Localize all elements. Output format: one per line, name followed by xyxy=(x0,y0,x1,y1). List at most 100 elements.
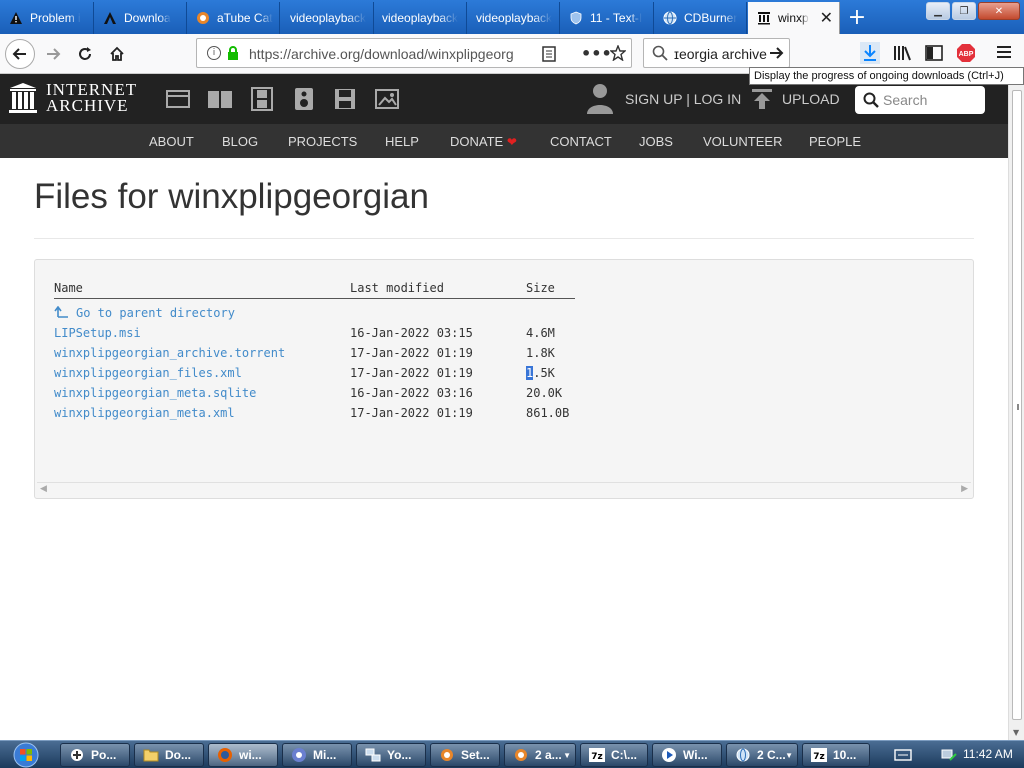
new-tab-button[interactable]: + xyxy=(842,2,872,32)
library-icon[interactable] xyxy=(893,45,911,64)
horizontal-scrollbar[interactable]: ◀ ▶ xyxy=(37,482,971,496)
reader-view-icon[interactable] xyxy=(542,46,556,65)
tab-cdburner[interactable]: CDBurner xyxy=(654,2,747,34)
page-actions-icon[interactable]: ••• xyxy=(581,44,612,63)
taskbar-item-do[interactable]: Do... xyxy=(134,743,204,767)
table-row: winxplipgeorgian_meta.sqlite 16-Jan-2022… xyxy=(35,386,635,406)
reload-icon xyxy=(79,47,91,60)
arrow-left-icon xyxy=(12,48,26,60)
column-header-size: Size xyxy=(526,281,555,295)
taskbar-clock[interactable]: 11:42 AM xyxy=(963,747,1013,761)
adblock-plus-icon[interactable]: ABP xyxy=(956,43,976,66)
nav-projects[interactable]: PROJECTS xyxy=(288,134,357,149)
url-bar[interactable]: i https://archive.org/download/winxplipg… xyxy=(196,38,632,68)
archive-search-input[interactable]: Search xyxy=(855,86,985,114)
table-row: winxplipgeorgian_archive.torrent 17-Jan-… xyxy=(35,346,635,366)
globe-icon xyxy=(662,10,678,26)
hamburger-menu-icon[interactable] xyxy=(996,45,1012,62)
images-icon[interactable] xyxy=(375,87,399,111)
taskbar-item-mi[interactable]: Mi... xyxy=(282,743,352,767)
archive-search-placeholder: Search xyxy=(883,92,928,108)
grip-icon xyxy=(1017,404,1019,410)
scrollbar-thumb[interactable] xyxy=(1012,90,1022,720)
downloads-tooltip: Display the progress of ongoing download… xyxy=(749,67,1024,85)
taskbar-item-c[interactable]: 7z C:\... xyxy=(580,743,648,767)
taskbar-item-10[interactable]: 7z 10... xyxy=(802,743,870,767)
scroll-left-icon[interactable]: ◀ xyxy=(40,484,47,494)
reload-button[interactable] xyxy=(70,39,100,69)
tab-text[interactable]: 11 - Text-I xyxy=(560,2,654,34)
nav-contact[interactable]: CONTACT xyxy=(550,134,612,149)
file-size: 1.8K xyxy=(526,346,555,360)
info-icon[interactable]: i xyxy=(207,46,221,60)
svg-text:7z: 7z xyxy=(813,752,825,762)
taskbar-item-2c[interactable]: 2 C... ▼ xyxy=(726,743,798,767)
archive-logo[interactable]: INTERNET ARCHIVE xyxy=(8,81,137,114)
file-size: 20.0K xyxy=(526,386,563,400)
search-bar[interactable]: ɪeorgia archive xyxy=(643,38,790,68)
header-divider xyxy=(54,298,575,299)
tab-videoplayback-1[interactable]: videoplayback xyxy=(280,2,374,34)
lock-icon[interactable] xyxy=(227,46,239,63)
file-link[interactable]: winxplipgeorgian_meta.sqlite xyxy=(54,386,256,400)
tab-problem[interactable]: Problem i xyxy=(0,2,94,34)
tab-atube[interactable]: aTube Cat xyxy=(187,2,280,34)
taskbar-item-2a[interactable]: 2 a... ▼ xyxy=(504,743,576,767)
sevenzip-icon: 7z xyxy=(811,747,827,763)
close-tab-icon[interactable]: ✕ xyxy=(820,8,833,28)
nav-volunteer[interactable]: VOLUNTEER xyxy=(703,134,782,149)
file-link[interactable]: winxplipgeorgian_files.xml xyxy=(54,366,242,380)
taskbar-item-po[interactable]: Po... xyxy=(60,743,130,767)
back-button[interactable] xyxy=(5,39,35,69)
maximize-button[interactable]: ❐ xyxy=(952,2,976,20)
close-window-button[interactable]: ✕ xyxy=(978,2,1020,20)
web-icon[interactable] xyxy=(166,87,190,111)
file-link[interactable]: winxplipgeorgian_archive.torrent xyxy=(54,346,285,360)
taskbar-item-wi-media[interactable]: Wi... xyxy=(652,743,722,767)
file-link[interactable]: winxplipgeorgian_meta.xml xyxy=(54,406,235,420)
downloads-button[interactable] xyxy=(860,42,880,67)
taskbar-item-wi-firefox[interactable]: wi... xyxy=(208,743,278,767)
network-tray-icon[interactable] xyxy=(940,746,958,767)
media-icon xyxy=(661,747,677,763)
taskbar-item-yo[interactable]: Yo... xyxy=(356,743,426,767)
sidebar-icon[interactable] xyxy=(925,45,943,64)
taskbar: Po... Do... wi... Mi... Yo... Set... 2 a… xyxy=(0,740,1024,768)
file-modified: 16-Jan-2022 03:16 xyxy=(350,386,473,400)
bookmark-star-icon[interactable] xyxy=(609,44,627,64)
user-avatar-icon[interactable] xyxy=(586,82,614,117)
nav-blog[interactable]: BLOG xyxy=(222,134,258,149)
vertical-scrollbar[interactable]: ▲ ▼ xyxy=(1008,74,1024,740)
scroll-down-icon[interactable]: ▼ xyxy=(1013,728,1019,737)
home-button[interactable] xyxy=(102,39,132,69)
start-button[interactable] xyxy=(6,741,46,768)
tab-videoplayback-3[interactable]: videoplayback xyxy=(467,2,560,34)
nav-about[interactable]: ABOUT xyxy=(149,134,194,149)
upload-icon[interactable] xyxy=(750,87,774,111)
audio-speaker-icon[interactable] xyxy=(292,87,316,111)
parent-directory-link[interactable]: Go to parent directory xyxy=(54,305,235,320)
file-link[interactable]: LIPSetup.msi xyxy=(54,326,141,340)
nav-people[interactable]: PEOPLE xyxy=(809,134,861,149)
video-film-icon[interactable] xyxy=(250,87,274,111)
sevenzip-icon: 7z xyxy=(589,747,605,763)
app-icon xyxy=(291,747,307,763)
forward-button[interactable] xyxy=(38,39,68,69)
taskbar-item-set[interactable]: Set... xyxy=(430,743,500,767)
nav-jobs[interactable]: JOBS xyxy=(639,134,673,149)
tab-download[interactable]: Downloa xyxy=(94,2,187,34)
nav-help[interactable]: HELP xyxy=(385,134,419,149)
signup-login-link[interactable]: SIGN UP | LOG IN xyxy=(625,91,741,107)
nav-donate[interactable]: DONATE ❤ xyxy=(450,134,517,149)
scroll-right-icon[interactable]: ▶ xyxy=(961,484,968,494)
atube-icon xyxy=(439,747,455,763)
minimize-button[interactable]: ▁ xyxy=(926,2,950,20)
tab-winxp-active[interactable]: winxp ✕ xyxy=(748,2,840,34)
tab-videoplayback-2[interactable]: videoplayback xyxy=(374,2,467,34)
software-floppy-icon[interactable] xyxy=(333,87,357,111)
keyboard-icon[interactable] xyxy=(894,748,912,765)
texts-book-icon[interactable] xyxy=(207,87,232,111)
upload-link[interactable]: UPLOAD xyxy=(782,91,840,107)
search-go-icon[interactable] xyxy=(768,45,784,64)
archive-search-icon xyxy=(863,92,879,111)
